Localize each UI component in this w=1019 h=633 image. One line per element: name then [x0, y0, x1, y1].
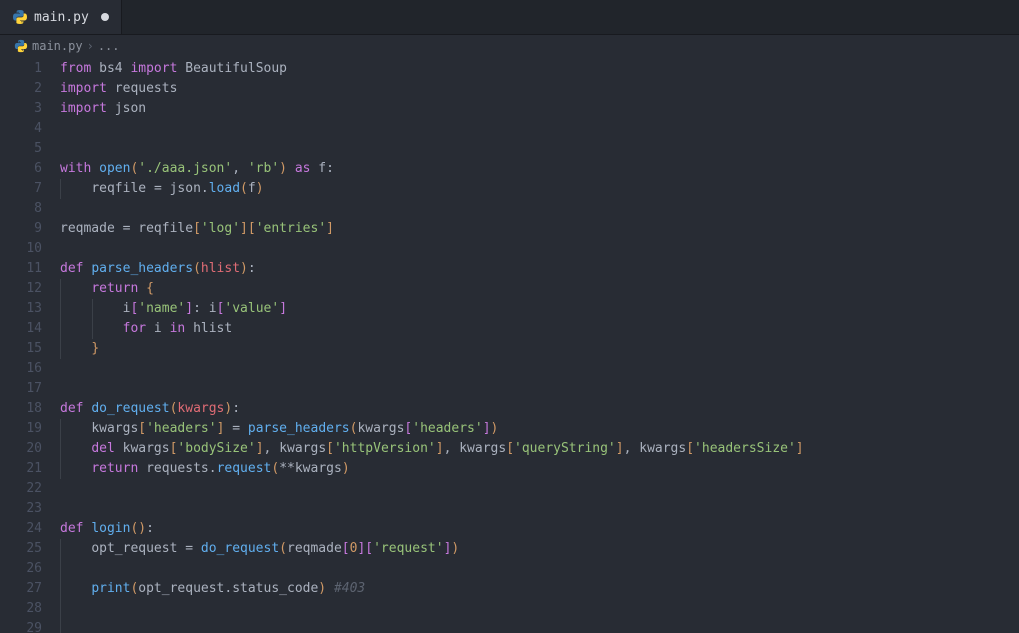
code-line[interactable] [60, 619, 1019, 633]
code-line[interactable] [60, 139, 1019, 159]
line-number: 7 [0, 179, 60, 199]
breadcrumb[interactable]: main.py › ... [0, 35, 1019, 57]
code-line[interactable] [60, 479, 1019, 499]
line-number: 19 [0, 419, 60, 439]
tabs-bar: main.py [0, 0, 1019, 35]
code-line[interactable]: def login(): [60, 519, 1019, 539]
line-number: 21 [0, 459, 60, 479]
code-line[interactable]: opt_request = do_request(reqmade[0]['req… [60, 539, 1019, 559]
line-number: 14 [0, 319, 60, 339]
tab-label: main.py [34, 10, 89, 25]
line-number: 13 [0, 299, 60, 319]
code-line[interactable] [60, 559, 1019, 579]
line-number: 10 [0, 239, 60, 259]
line-number: 1 [0, 59, 60, 79]
chevron-right-icon: › [87, 39, 94, 53]
code-line[interactable] [60, 119, 1019, 139]
line-number: 26 [0, 559, 60, 579]
code-line[interactable]: from bs4 import BeautifulSoup [60, 59, 1019, 79]
line-number-gutter: 1234567891011121314151617181920212223242… [0, 57, 60, 633]
line-number: 3 [0, 99, 60, 119]
code-line[interactable]: reqmade = reqfile['log']['entries'] [60, 219, 1019, 239]
code-line[interactable]: } [60, 339, 1019, 359]
line-number: 4 [0, 119, 60, 139]
code-line[interactable]: def do_request(kwargs): [60, 399, 1019, 419]
code-line[interactable]: return requests.request(**kwargs) [60, 459, 1019, 479]
code-line[interactable] [60, 499, 1019, 519]
line-number: 18 [0, 399, 60, 419]
code-line[interactable] [60, 599, 1019, 619]
code-line[interactable] [60, 199, 1019, 219]
line-number: 25 [0, 539, 60, 559]
code-line[interactable] [60, 239, 1019, 259]
code-line[interactable]: print(opt_request.status_code) #403 [60, 579, 1019, 599]
code-line[interactable]: reqfile = json.load(f) [60, 179, 1019, 199]
line-number: 16 [0, 359, 60, 379]
line-number: 2 [0, 79, 60, 99]
line-number: 12 [0, 279, 60, 299]
code-line[interactable]: import json [60, 99, 1019, 119]
python-icon [14, 39, 28, 53]
python-icon [12, 9, 28, 25]
code-line[interactable]: i['name']: i['value'] [60, 299, 1019, 319]
code-line[interactable]: for i in hlist [60, 319, 1019, 339]
line-number: 5 [0, 139, 60, 159]
line-number: 9 [0, 219, 60, 239]
line-number: 17 [0, 379, 60, 399]
line-number: 8 [0, 199, 60, 219]
line-number: 24 [0, 519, 60, 539]
code-line[interactable]: del kwargs['bodySize'], kwargs['httpVers… [60, 439, 1019, 459]
line-number: 28 [0, 599, 60, 619]
code-line[interactable]: kwargs['headers'] = parse_headers(kwargs… [60, 419, 1019, 439]
code-line[interactable] [60, 379, 1019, 399]
line-number: 15 [0, 339, 60, 359]
code-line[interactable] [60, 359, 1019, 379]
line-number: 6 [0, 159, 60, 179]
line-number: 11 [0, 259, 60, 279]
line-number: 29 [0, 619, 60, 633]
tab-dirty-indicator [101, 13, 109, 21]
code-line[interactable]: return { [60, 279, 1019, 299]
line-number: 22 [0, 479, 60, 499]
code-area[interactable]: from bs4 import BeautifulSoupimport requ… [60, 57, 1019, 633]
code-line[interactable]: import requests [60, 79, 1019, 99]
line-number: 23 [0, 499, 60, 519]
code-line[interactable]: with open('./aaa.json', 'rb') as f: [60, 159, 1019, 179]
code-line[interactable]: def parse_headers(hlist): [60, 259, 1019, 279]
breadcrumb-symbol: ... [98, 39, 120, 53]
breadcrumb-file: main.py [32, 39, 83, 53]
line-number: 20 [0, 439, 60, 459]
code-editor[interactable]: 1234567891011121314151617181920212223242… [0, 57, 1019, 633]
line-number: 27 [0, 579, 60, 599]
tab-main-py[interactable]: main.py [0, 0, 122, 34]
